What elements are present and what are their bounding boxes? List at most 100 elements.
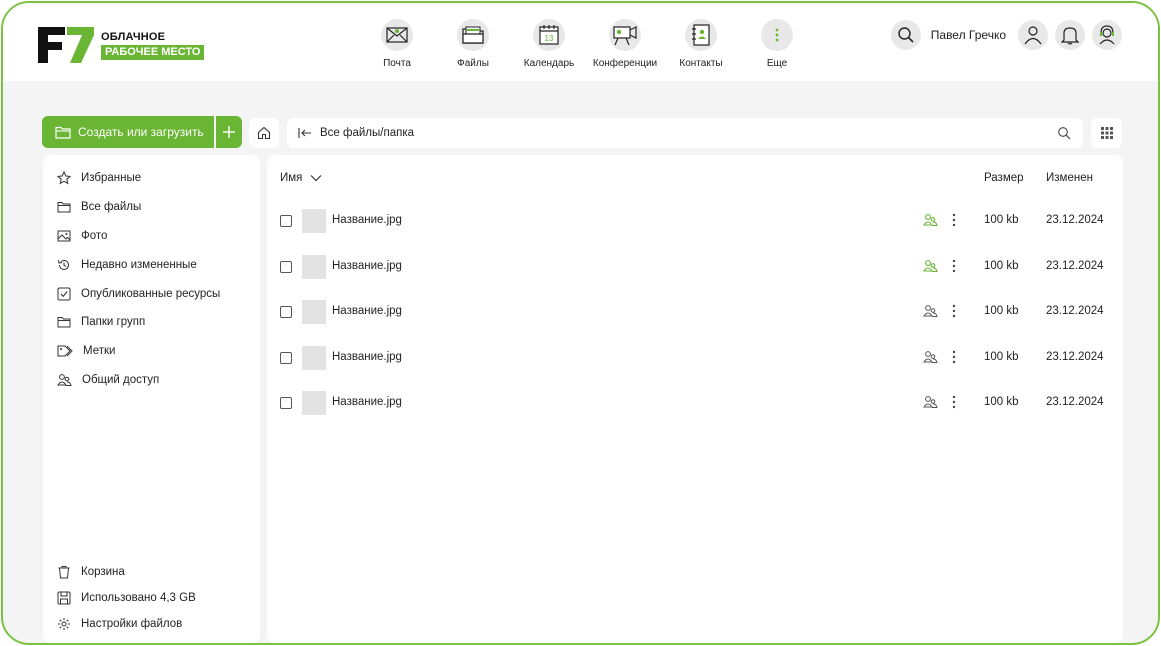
file-name[interactable]: Название.jpg (332, 260, 402, 272)
contacts-icon (692, 24, 710, 46)
files-icon (462, 26, 484, 44)
view-toggle-button[interactable] (1091, 118, 1122, 148)
column-header-modified[interactable]: Изменен (1046, 171, 1093, 185)
shared-users-icon[interactable] (923, 395, 938, 409)
shared-users-icon (57, 374, 72, 386)
file-name[interactable]: Название.jpg (332, 305, 402, 317)
calendar-badge: 13 (545, 34, 554, 43)
shared-users-icon[interactable] (923, 304, 938, 318)
row-checkbox[interactable] (280, 306, 292, 318)
history-icon (58, 259, 69, 270)
sidebar-item-group-folders[interactable]: Папки групп (57, 313, 145, 331)
global-search-button[interactable] (890, 20, 921, 50)
create-upload-label: Создать или загрузить (78, 125, 204, 139)
user-area: Павел Гречко (890, 20, 1122, 50)
search-icon[interactable] (1057, 126, 1071, 140)
sidebar-item-photos[interactable]: Фото (57, 227, 107, 245)
nav-mail-label: Почта (383, 58, 411, 69)
column-header-size[interactable]: Размер (984, 171, 1024, 185)
file-name[interactable]: Название.jpg (332, 396, 402, 408)
row-checkbox[interactable] (280, 261, 292, 273)
file-thumbnail (302, 346, 326, 370)
mail-icon (386, 27, 408, 43)
table-row[interactable]: Название.jpg 100 kb 23.12.2024 (267, 206, 1123, 236)
shared-users-icon[interactable] (923, 350, 938, 364)
nav-calendar[interactable]: 13 Календарь (511, 19, 587, 69)
sidebar-item-recent[interactable]: Недавно измененные (57, 256, 197, 274)
profile-button[interactable] (1018, 20, 1048, 50)
sidebar-item-label: Корзина (81, 566, 125, 578)
path-text: Все файлы/папка (320, 127, 414, 139)
storage-usage: Использовано 4,3 GB (57, 589, 196, 607)
row-checkbox[interactable] (280, 215, 292, 227)
column-header-name[interactable]: Имя (280, 171, 322, 185)
more-vertical-icon[interactable] (952, 213, 956, 227)
sidebar-item-published[interactable]: Опубликованные ресурсы (57, 285, 220, 303)
table-row[interactable]: Название.jpg 100 kb 23.12.2024 (267, 252, 1123, 282)
file-list-panel: Имя Размер Изменен Название.jpg 100 kb 2… (267, 155, 1123, 643)
trash-icon (58, 566, 70, 579)
sidebar-item-shared[interactable]: Общий доступ (57, 371, 159, 389)
notifications-button[interactable] (1055, 20, 1085, 50)
sidebar-item-file-settings[interactable]: Настройки файлов (57, 615, 182, 633)
create-upload-button[interactable]: Создать или загрузить (42, 116, 214, 148)
file-name[interactable]: Название.jpg (332, 214, 402, 226)
logo[interactable]: ОБЛАЧНОЕ РАБОЧЕЕ МЕСТО (37, 25, 205, 65)
file-size: 100 kb (984, 305, 1019, 317)
sidebar-item-label: Настройки файлов (81, 618, 183, 630)
logo-line2: РАБОЧЕЕ МЕСТО (101, 44, 205, 60)
sidebar-item-all-files[interactable]: Все файлы (57, 198, 141, 216)
file-thumbnail (302, 209, 326, 233)
user-icon (1024, 26, 1042, 45)
nav-conferences-label: Конференции (592, 58, 658, 69)
file-thumbnail (302, 255, 326, 279)
shared-users-icon[interactable] (923, 213, 938, 227)
more-vertical-icon[interactable] (952, 259, 956, 273)
shared-users-icon[interactable] (923, 259, 938, 273)
nav-mail[interactable]: Почта (359, 19, 435, 69)
sidebar-item-label: Все файлы (81, 201, 142, 213)
table-row[interactable]: Название.jpg 100 kb 23.12.2024 (267, 297, 1123, 327)
back-icon[interactable] (298, 127, 312, 139)
file-thumbnail (302, 300, 326, 324)
row-checkbox[interactable] (280, 352, 292, 364)
header: ОБЛАЧНОЕ РАБОЧЕЕ МЕСТО Почта Файлы 13 Ка… (3, 3, 1158, 81)
user-name[interactable]: Павел Гречко (931, 28, 1006, 42)
file-modified: 23.12.2024 (1046, 305, 1104, 317)
folder-icon (57, 202, 71, 213)
more-vertical-icon[interactable] (952, 350, 956, 364)
file-modified: 23.12.2024 (1046, 351, 1104, 363)
file-name[interactable]: Название.jpg (332, 351, 402, 363)
grid-icon (1100, 127, 1113, 139)
file-size: 100 kb (984, 260, 1019, 272)
home-button[interactable] (249, 118, 279, 148)
path-bar[interactable]: Все файлы/папка (287, 118, 1083, 148)
sidebar-item-trash[interactable]: Корзина (57, 563, 125, 581)
nav-more[interactable]: Еще (739, 19, 815, 69)
file-thumbnail (302, 391, 326, 415)
sidebar-item-tags[interactable]: Метки (57, 342, 115, 360)
more-vertical-icon[interactable] (952, 304, 956, 318)
sidebar-item-label: Папки групп (81, 316, 146, 328)
calendar-icon: 13 (539, 25, 559, 45)
app-frame: ОБЛАЧНОЕ РАБОЧЕЕ МЕСТО Почта Файлы 13 Ка… (1, 1, 1160, 645)
row-checkbox[interactable] (280, 397, 292, 409)
support-button[interactable] (1092, 20, 1122, 50)
home-icon (257, 126, 271, 140)
add-button[interactable] (216, 116, 242, 148)
nav-files[interactable]: Файлы (435, 19, 511, 69)
nav-files-label: Файлы (457, 58, 489, 69)
checkbox-icon (57, 287, 71, 301)
sidebar-item-favorites[interactable]: Избранные (57, 169, 141, 187)
disk-icon (57, 591, 71, 605)
nav-contacts[interactable]: Контакты (663, 19, 739, 69)
sidebar-item-label: Метки (83, 345, 116, 357)
table-row[interactable]: Название.jpg 100 kb 23.12.2024 (267, 343, 1123, 373)
f7-logo-icon (38, 27, 94, 63)
sidebar: Избранные Все файлы Фото Недавно изменен… (43, 155, 260, 643)
file-size: 100 kb (984, 396, 1019, 408)
sidebar-item-label: Недавно измененные (81, 259, 197, 271)
more-vertical-icon[interactable] (952, 395, 956, 409)
table-row[interactable]: Название.jpg 100 kb 23.12.2024 (267, 388, 1123, 418)
nav-conferences[interactable]: Конференции (587, 19, 663, 69)
